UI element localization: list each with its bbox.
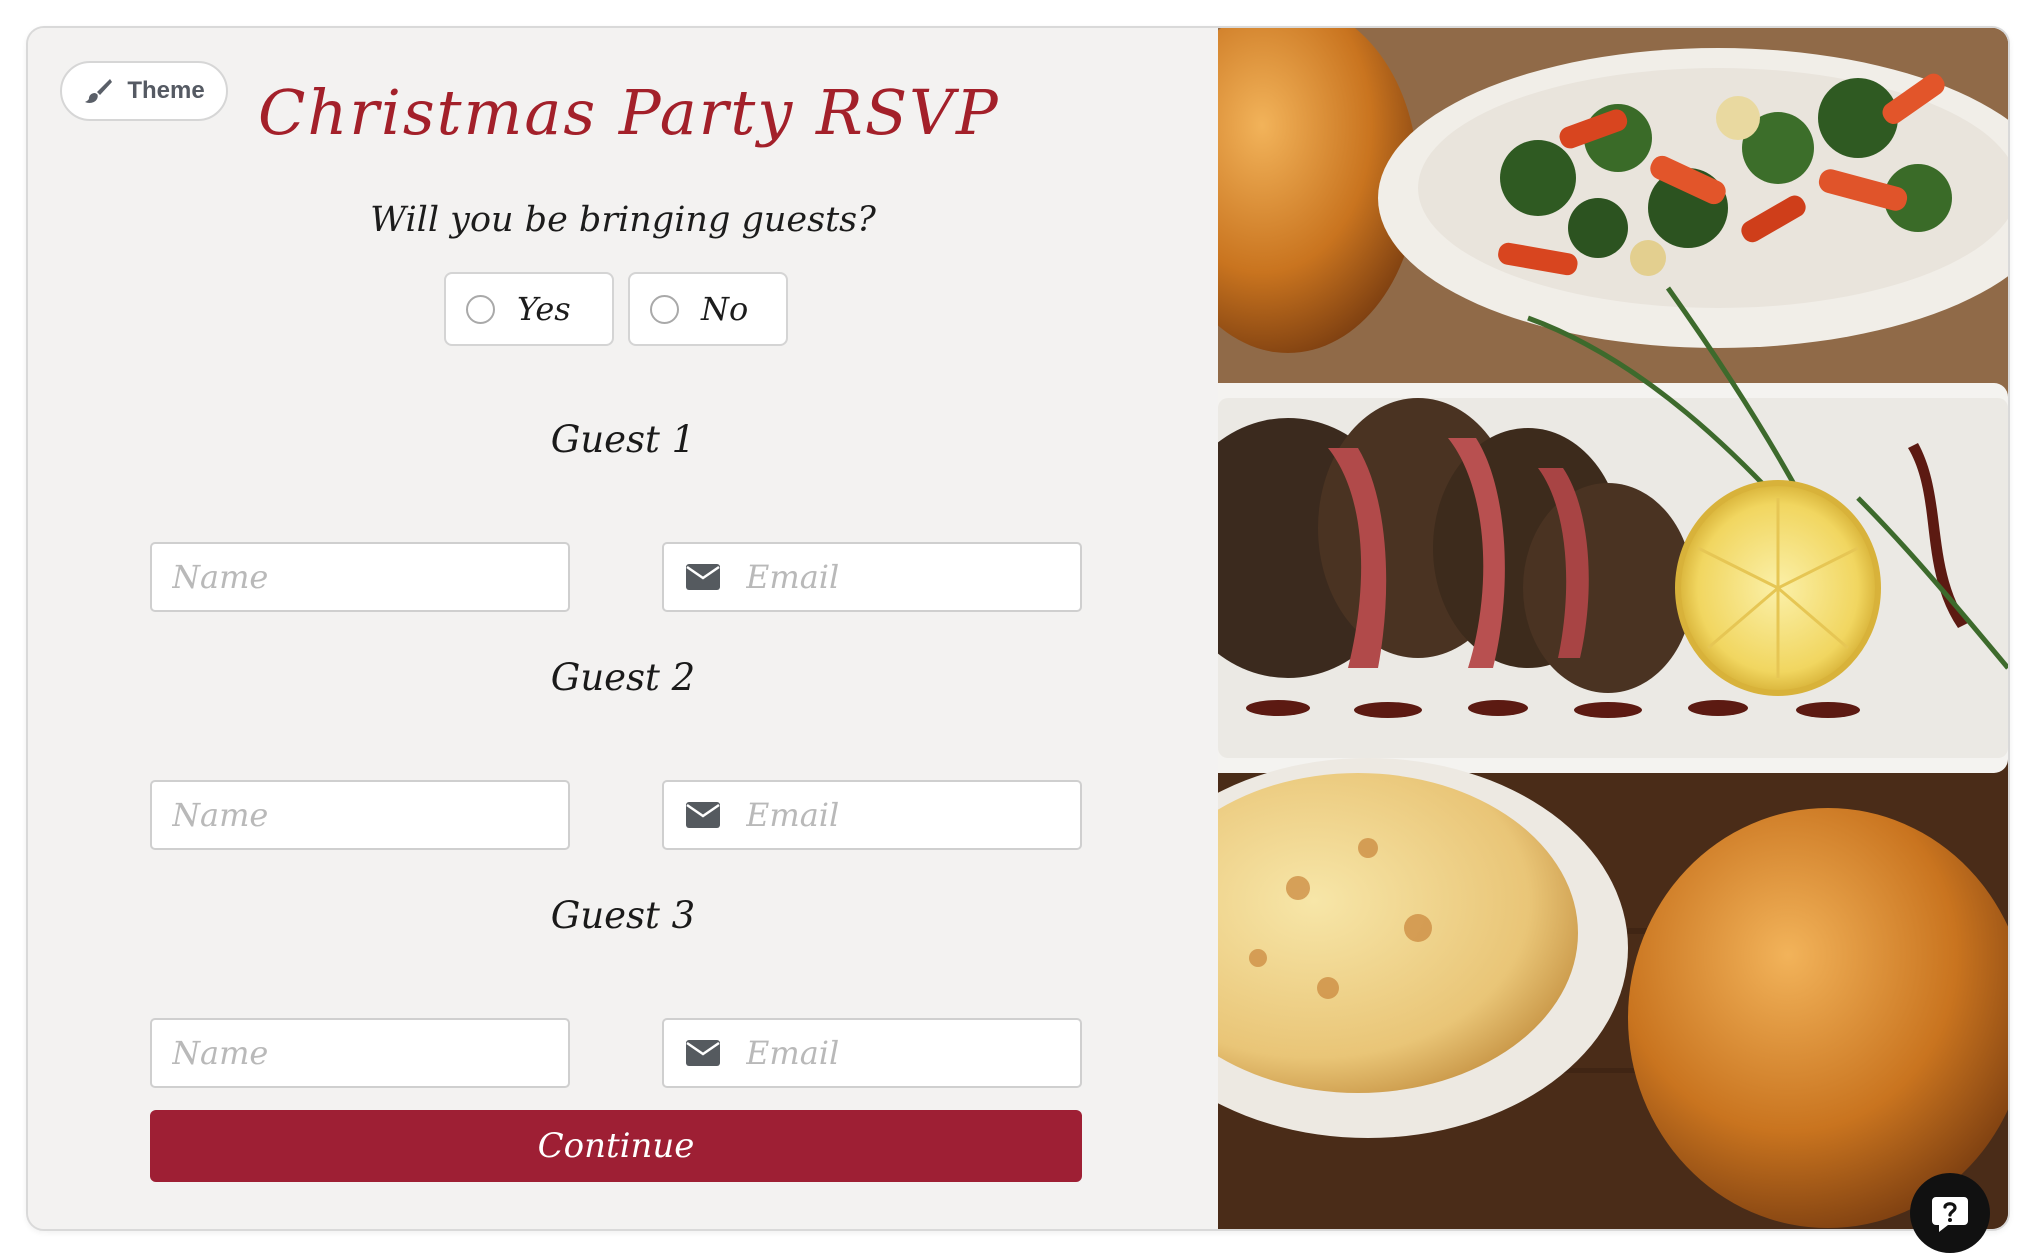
option-yes[interactable]: Yes [444,272,614,346]
option-no[interactable]: No [628,272,788,346]
guest-1-name-field[interactable] [150,542,570,612]
radio-circle[interactable] [650,294,679,324]
paintbrush-icon [83,76,113,106]
option-yes-label: Yes [517,290,571,328]
guest-2-email-input[interactable] [744,795,1080,835]
envelope-icon [686,564,720,590]
envelope-icon [686,802,720,828]
envelope-icon [686,1040,720,1066]
radio-circle[interactable] [466,294,495,324]
guest-1-email-input[interactable] [744,557,1080,597]
guest-3-name-field[interactable] [150,1018,570,1088]
guest-3-name-input[interactable] [170,1033,568,1073]
guest-2-name-input[interactable] [170,795,568,835]
theme-button-label: Theme [127,77,205,104]
guest-3-heading: Guest 3 [550,894,696,937]
guest-3-email-input[interactable] [744,1033,1080,1073]
form-title: Christmas Party RSVP [258,76,1000,149]
food-illustration [1218,28,2008,1229]
guest-1-name-input[interactable] [170,557,568,597]
form-pane: Theme Christmas Party RSVP Will you be b… [28,28,1218,1229]
food-photo [1218,28,2008,1229]
continue-button[interactable]: Continue [150,1110,1082,1182]
rsvp-card: Theme Christmas Party RSVP Will you be b… [26,26,2010,1231]
theme-button[interactable]: Theme [60,61,228,121]
guest-1-heading: Guest 1 [550,418,696,461]
help-question-icon [1932,1197,1968,1232]
option-no-label: No [701,290,749,328]
guest-2-email-field[interactable] [662,780,1082,850]
guest-1-email-field[interactable] [662,542,1082,612]
help-button[interactable] [1910,1173,1990,1253]
guest-2-name-field[interactable] [150,780,570,850]
guest-3-email-field[interactable] [662,1018,1082,1088]
guests-question: Will you be bringing guests? [370,200,876,240]
guest-2-heading: Guest 2 [550,656,696,699]
